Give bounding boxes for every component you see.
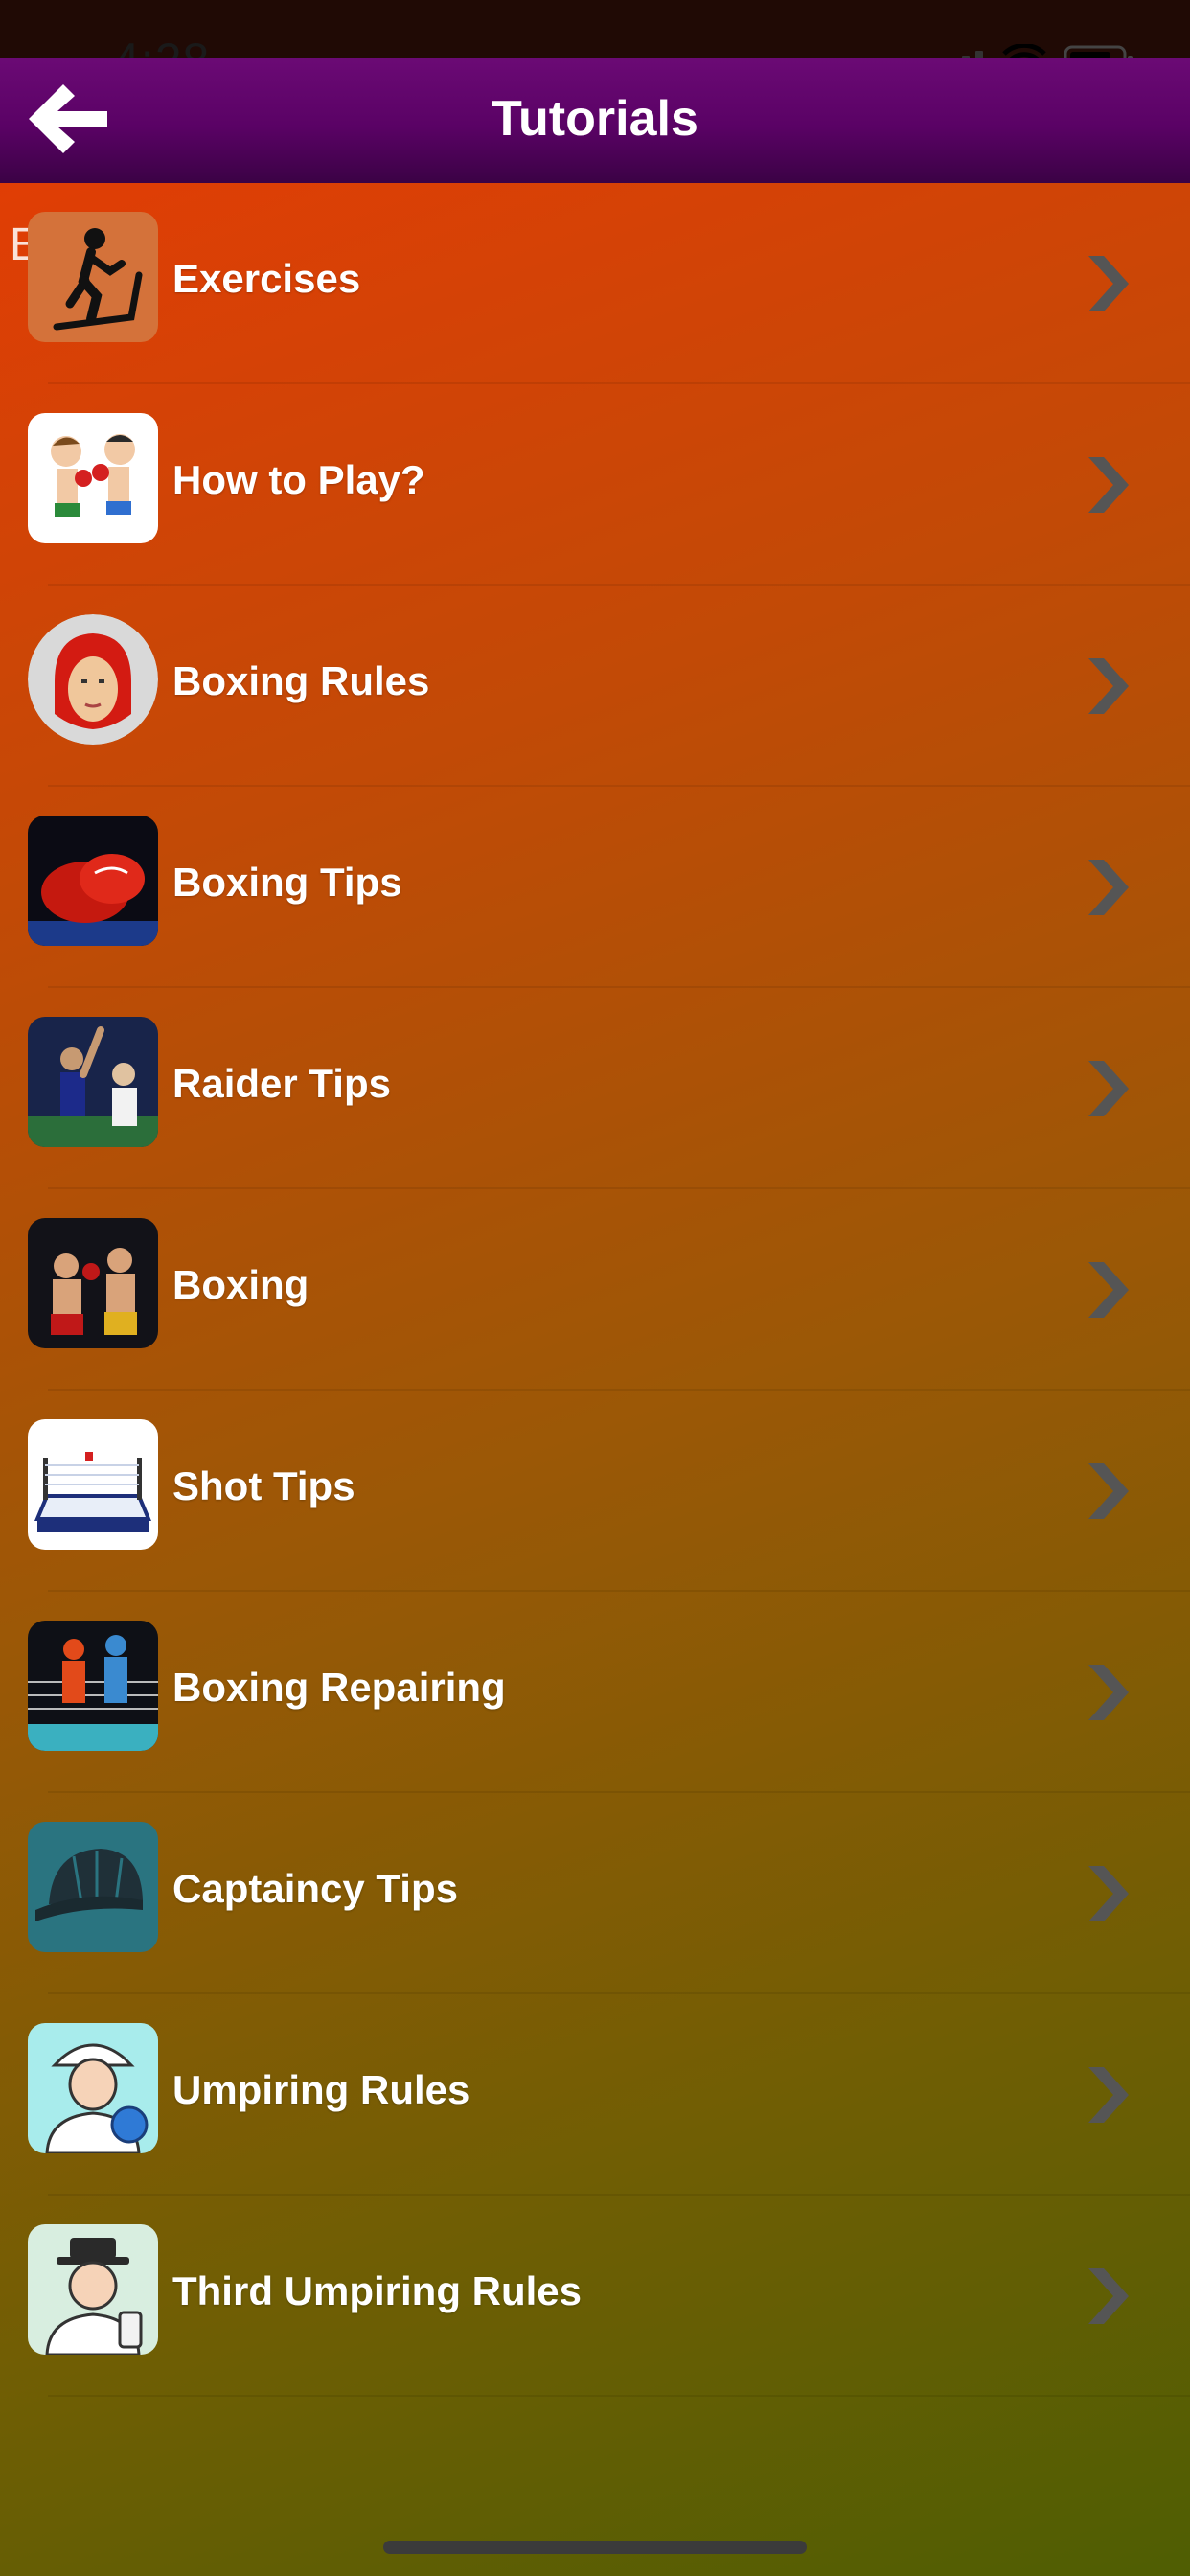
chevron-right-icon [1083, 1256, 1136, 1323]
exercises-thumbnail [28, 212, 158, 342]
chevron-right-icon [1083, 1659, 1136, 1726]
list-item-label: Captaincy Tips [172, 1866, 458, 1911]
list-item-label: Exercises [172, 256, 361, 301]
list-item-boxing-repairing[interactable]: Boxing Repairing [0, 1592, 1190, 1793]
raider-tips-thumbnail [28, 1017, 158, 1147]
list-item-captaincy-tips[interactable]: Captaincy Tips [0, 1793, 1190, 1994]
list-item-boxing-rules[interactable]: Boxing Rules [0, 586, 1190, 787]
chevron-right-icon [1083, 451, 1136, 518]
boxing-repairing-thumbnail [28, 1621, 158, 1751]
chevron-right-icon [1083, 1860, 1136, 1927]
tutorial-list: Exercises How to Play? Boxing Rules Boxi… [0, 183, 1190, 2397]
umpiring-rules-thumbnail [28, 2023, 158, 2153]
list-item-umpiring-rules[interactable]: Umpiring Rules [0, 1994, 1190, 2196]
list-item-label: How to Play? [172, 457, 425, 502]
shot-tips-thumbnail [28, 1419, 158, 1550]
chevron-right-icon [1083, 250, 1136, 317]
page-title: Tutorials [492, 91, 698, 147]
chevron-right-icon [1083, 653, 1136, 720]
list-item-boxing[interactable]: Boxing [0, 1189, 1190, 1391]
navigation-bar: Tutorials [0, 58, 1190, 183]
chevron-right-icon [1083, 854, 1136, 921]
chevron-right-icon [1083, 1055, 1136, 1122]
list-item-how-to-play[interactable]: How to Play? [0, 384, 1190, 586]
chevron-right-icon [1083, 1458, 1136, 1525]
list-item-label: Boxing Repairing [172, 1665, 506, 1710]
boxing-rules-thumbnail [28, 614, 158, 745]
list-item-third-umpiring-rules[interactable]: Third Umpiring Rules [0, 2196, 1190, 2397]
captaincy-tips-thumbnail [28, 1822, 158, 1952]
how-to-play-thumbnail [28, 413, 158, 543]
list-item-boxing-tips[interactable]: Boxing Tips [0, 787, 1190, 988]
list-item-shot-tips[interactable]: Shot Tips [0, 1391, 1190, 1592]
arrow-left-icon [19, 84, 115, 165]
chevron-right-icon [1083, 2263, 1136, 2330]
list-item-label: Boxing Tips [172, 860, 402, 905]
list-item-raider-tips[interactable]: Raider Tips [0, 988, 1190, 1189]
list-item-label: Boxing Rules [172, 658, 430, 703]
status-bar: 4:28 [0, 0, 1190, 87]
list-item-label: Umpiring Rules [172, 2067, 470, 2112]
home-indicator[interactable] [383, 2541, 807, 2554]
list-item-label: Raider Tips [172, 1061, 391, 1106]
list-item-exercises[interactable]: Exercises [0, 183, 1190, 384]
list-item-label: Boxing [172, 1262, 309, 1307]
boxing-tips-thumbnail [28, 816, 158, 946]
boxing-thumbnail [28, 1218, 158, 1348]
chevron-right-icon [1083, 2061, 1136, 2128]
third-umpiring-rules-thumbnail [28, 2224, 158, 2355]
list-item-label: Third Umpiring Rules [172, 2268, 583, 2313]
list-item-label: Shot Tips [172, 1463, 355, 1508]
